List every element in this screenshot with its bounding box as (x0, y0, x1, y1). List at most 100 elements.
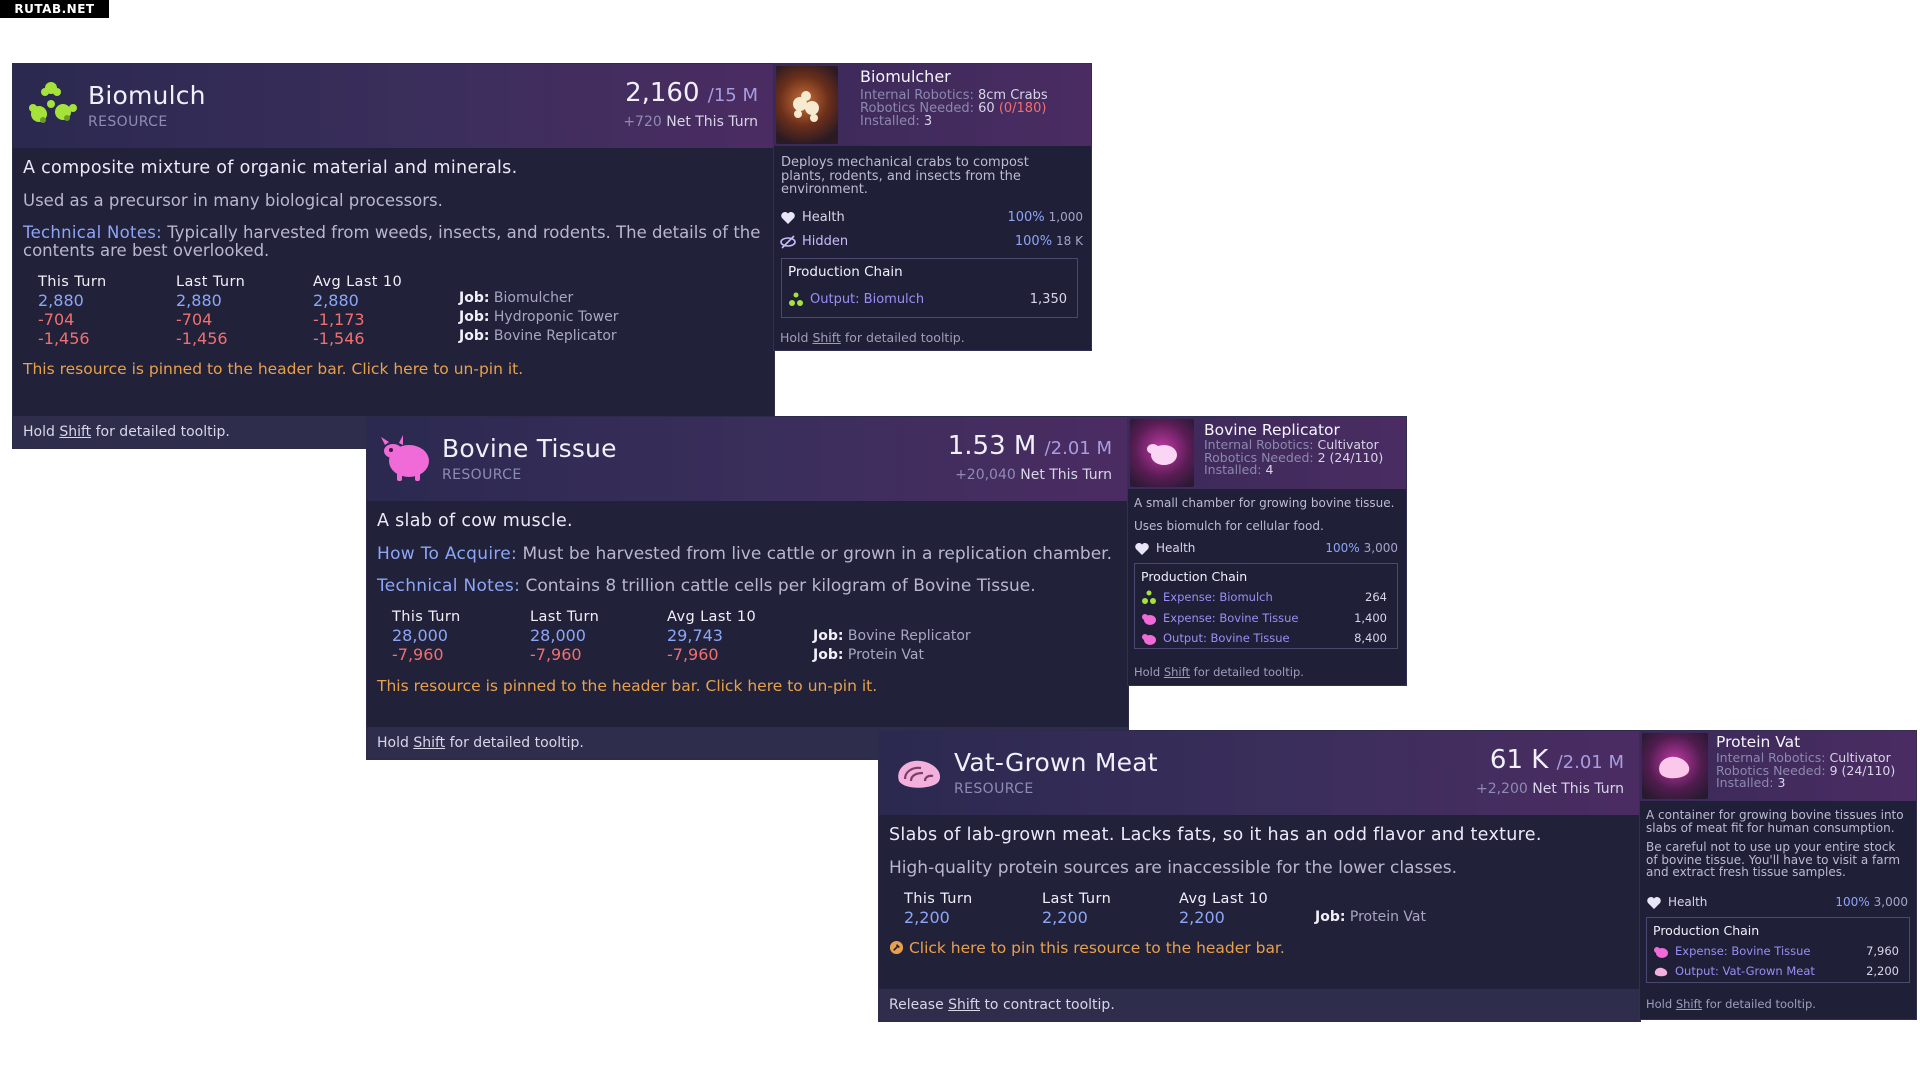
meat-icon (1654, 967, 1668, 977)
stats-col-avg: Avg Last 10 2,880 -1,173 -1,546 (313, 274, 402, 348)
chain-row: Expense: Bovine Tissue 1,400 (1141, 611, 1387, 627)
resource-title: Biomulch (88, 81, 206, 110)
acquire-key: How To Acquire: (377, 544, 518, 564)
job-item: Job: Hydroponic Tower (459, 308, 619, 327)
stats-col-this-turn: This Turn 2,200 (904, 891, 973, 927)
notes-key: Technical Notes: (23, 223, 163, 242)
stat-label: Health (1668, 895, 1708, 909)
chain-row: Expense: Bovine Tissue 7,960 (1653, 944, 1899, 960)
pin-link[interactable]: Click here to pin this resource to the h… (889, 939, 1628, 957)
building-header: Biomulcher Internal Robotics: 8cm Crabs … (774, 64, 1091, 146)
job-item: Job: Protein Vat (813, 646, 971, 665)
footer-key: Shift (812, 330, 841, 345)
chain-label: Output: Bovine Tissue (1163, 631, 1290, 645)
building-thumbnail (776, 66, 838, 144)
footer-pre: Hold (1134, 665, 1161, 679)
resource-type: RESOURCE (954, 781, 1034, 797)
stat-value: 28,000 (392, 626, 448, 645)
building-title: Biomulcher (860, 67, 951, 86)
unpin-link[interactable]: This resource is pinned to the header ba… (377, 677, 1116, 695)
amount-cap: /15 M (707, 85, 758, 106)
stat-value: -704 (176, 310, 213, 329)
stat-pct: 100% (1007, 210, 1045, 225)
stat-value: 100% 3,000 (1835, 895, 1908, 909)
tooltip-header: Bovine Tissue RESOURCE 1.53 M /2.01 M +2… (367, 417, 1128, 501)
net-value: +20,040 (955, 467, 1016, 483)
info-extra: (24/110) (1841, 762, 1896, 778)
footer-pre: Hold (780, 330, 809, 345)
net-label: Net This Turn (666, 114, 758, 130)
stat-amount: 3,000 (1873, 895, 1908, 909)
biomulch-tooltip: Biomulch RESOURCE 2,160 /15 M +720 Net T… (13, 64, 774, 448)
building-footer: Hold Shift for detailed tooltip. (1646, 997, 1816, 1011)
job-name: Biomulcher (493, 290, 574, 306)
stat-value: 2,200 (904, 908, 950, 927)
job-item: Job: Biomulcher (459, 289, 619, 308)
description-line: A small chamber for growing bovine tissu… (1134, 496, 1395, 510)
job-name: Bovine Replicator (847, 628, 971, 644)
building-footer: Hold Shift for detailed tooltip. (780, 330, 965, 345)
chain-row: Output: Bovine Tissue 8,400 (1141, 631, 1387, 647)
job-key: Job: (813, 647, 844, 663)
protein-vat-building-tooltip: Protein Vat Internal Robotics: Cultivato… (1640, 731, 1916, 1019)
chain-row: Output: Vat-Grown Meat 2,200 (1653, 964, 1899, 980)
stat-health: Health 100% 1,000 (774, 210, 1091, 228)
stats-col-avg: Avg Last 10 2,200 (1179, 891, 1268, 927)
chain-value: 8,400 (1354, 631, 1387, 645)
pin-text: Click here to pin this resource to the h… (908, 939, 1285, 957)
job-name: Protein Vat (847, 647, 924, 663)
building-info: Internal Robotics: Cultivator Robotics N… (1716, 751, 1896, 790)
stats-header: Avg Last 10 (667, 609, 757, 625)
cow-icon (1142, 634, 1156, 645)
stat-amount: 1,000 (1048, 210, 1083, 224)
meat-icon (891, 747, 947, 799)
stat-label: Health (1156, 541, 1196, 555)
job-name: Bovine Replicator (493, 328, 617, 344)
info-value: 3 (923, 114, 933, 129)
lead-description: Slabs of lab-grown meat. Lacks fats, so … (889, 825, 1542, 845)
chain-value: 1,400 (1354, 611, 1387, 625)
chain-value: 2,200 (1866, 964, 1899, 978)
resource-amount: 2,160 /15 M (625, 78, 758, 108)
job-item: Job: Protein Vat (1315, 908, 1426, 927)
resource-amount: 61 K /2.01 M (1490, 745, 1624, 775)
jobs-list: Job: Protein Vat (1315, 908, 1426, 927)
eye-slash-icon (780, 235, 796, 249)
stat-value: 2,880 (38, 291, 84, 310)
biomulch-icon (789, 292, 803, 306)
footer-post: for detailed tooltip. (844, 330, 965, 345)
unpin-link[interactable]: This resource is pinned to the header ba… (23, 360, 762, 378)
notes-text: Contains 8 trillion cattle cells per kil… (525, 576, 1036, 596)
building-thumbnail (1642, 733, 1708, 799)
stat-value: 2,200 (1179, 908, 1225, 927)
stat-hidden: Hidden 100% 18 K (774, 234, 1091, 252)
job-key: Job: (813, 628, 844, 644)
tooltip-body: A composite mixture of organic material … (23, 158, 762, 378)
tooltip-body: Slabs of lab-grown meat. Lacks fats, so … (889, 825, 1628, 957)
info-label: Installed: (1204, 462, 1262, 477)
info-value: 4 (1265, 462, 1274, 477)
stats-header: Last Turn (1042, 891, 1112, 907)
watermark: RUTAB.NET (0, 0, 109, 18)
amount-cap: /2.01 M (1044, 438, 1112, 459)
stats-table: This Turn 2,200 Last Turn 2,200 Avg Last… (889, 891, 1628, 937)
stat-value: 2,880 (176, 291, 222, 310)
description: High-quality protein sources are inacces… (889, 858, 1457, 878)
amount-cap: /2.01 M (1556, 752, 1624, 773)
footer-key: Shift (413, 735, 446, 751)
building-thumbnail (1130, 419, 1194, 487)
jobs-list: Job: Bovine Replicator Job: Protein Vat (813, 627, 971, 665)
building-description: A container for growing bovine tissues i… (1646, 809, 1910, 879)
building-info: Internal Robotics: 8cm Crabs Robotics Ne… (860, 89, 1048, 128)
info-extra: (24/110) (1329, 449, 1384, 465)
chain-value: 264 (1365, 590, 1387, 604)
stats-col-last-turn: Last Turn 2,200 (1042, 891, 1111, 927)
stat-pct: 100% (1325, 541, 1360, 555)
notes-key: Technical Notes: (377, 576, 521, 596)
chain-label: Expense: Bovine Tissue (1163, 611, 1299, 625)
cow-icon (1654, 947, 1668, 958)
jobs-list: Job: Biomulcher Job: Hydroponic Tower Jo… (459, 289, 619, 346)
net-value: +2,200 (1475, 781, 1528, 797)
chain-label: Output: Vat-Grown Meat (1675, 964, 1815, 978)
stat-value: -1,456 (176, 329, 228, 348)
